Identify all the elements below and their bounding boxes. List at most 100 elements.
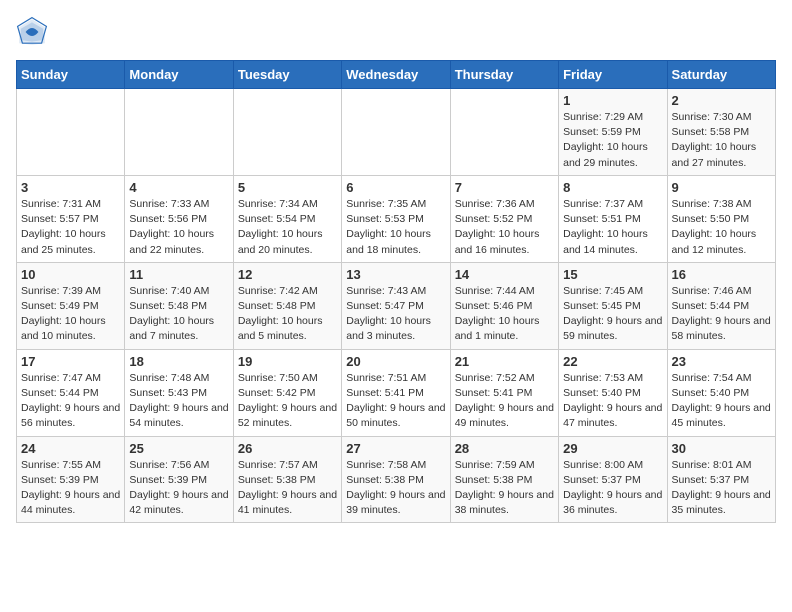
logo <box>16 16 52 48</box>
calendar-cell: 27 Sunrise: 7:58 AMSunset: 5:38 PMDayligh… <box>342 436 450 523</box>
calendar-cell: 7Sunrise: 7:36 AMSunset: 5:52 PMDaylight… <box>450 175 558 262</box>
calendar-week-5: 24 Sunrise: 7:55 AMSunset: 5:39 PMDayligh… <box>17 436 776 523</box>
day-info: Sunrise: 7:35 AMSunset: 5:53 PMDaylight:… <box>346 197 445 258</box>
weekday-header-sunday: Sunday <box>17 61 125 89</box>
calendar-cell: 21Sunrise: 7:52 AMSunset: 5:41 PMDayligh… <box>450 349 558 436</box>
weekday-header-tuesday: Tuesday <box>233 61 341 89</box>
day-info: Sunrise: 7:58 AMSunset: 5:38 PMDaylight:… <box>346 458 445 519</box>
weekday-header-wednesday: Wednesday <box>342 61 450 89</box>
calendar-cell: 2 Sunrise: 7:30 AMSunset: 5:58 PMDaylight… <box>667 89 775 176</box>
calendar-cell <box>342 89 450 176</box>
day-info: Sunrise: 8:01 AMSunset: 5:37 PMDaylight:… <box>672 458 771 519</box>
day-info: Sunrise: 7:34 AMSunset: 5:54 PMDaylight:… <box>238 197 337 258</box>
calendar-header: SundayMondayTuesdayWednesdayThursdayFrid… <box>17 61 776 89</box>
calendar-cell: 4Sunrise: 7:33 AMSunset: 5:56 PMDaylight… <box>125 175 233 262</box>
calendar-cell: 29 Sunrise: 8:00 AMSunset: 5:37 PMDayligh… <box>559 436 667 523</box>
day-info: Sunrise: 7:43 AMSunset: 5:47 PMDaylight:… <box>346 284 445 345</box>
day-number: 28 <box>455 441 554 456</box>
calendar-cell <box>450 89 558 176</box>
day-info: Sunrise: 7:59 AMSunset: 5:38 PMDaylight:… <box>455 458 554 519</box>
calendar-cell: 20 Sunrise: 7:51 AMSunset: 5:41 PMDayligh… <box>342 349 450 436</box>
day-number: 19 <box>238 354 337 369</box>
day-info: Sunrise: 7:42 AMSunset: 5:48 PMDaylight:… <box>238 284 337 345</box>
calendar-cell: 15 Sunrise: 7:45 AMSunset: 5:45 PMDayligh… <box>559 262 667 349</box>
calendar-body: 1 Sunrise: 7:29 AMSunset: 5:59 PMDaylight… <box>17 89 776 523</box>
day-number: 8 <box>563 180 662 195</box>
day-info: Sunrise: 7:45 AMSunset: 5:45 PMDaylight:… <box>563 284 662 345</box>
day-number: 15 <box>563 267 662 282</box>
logo-icon <box>16 16 48 48</box>
weekday-header-thursday: Thursday <box>450 61 558 89</box>
day-number: 23 <box>672 354 771 369</box>
day-number: 5 <box>238 180 337 195</box>
calendar-cell: 1 Sunrise: 7:29 AMSunset: 5:59 PMDaylight… <box>559 89 667 176</box>
day-info: Sunrise: 7:33 AMSunset: 5:56 PMDaylight:… <box>129 197 228 258</box>
day-number: 3 <box>21 180 120 195</box>
day-number: 11 <box>129 267 228 282</box>
day-number: 20 <box>346 354 445 369</box>
calendar-cell: 28 Sunrise: 7:59 AMSunset: 5:38 PMDayligh… <box>450 436 558 523</box>
calendar-cell <box>233 89 341 176</box>
weekday-header-friday: Friday <box>559 61 667 89</box>
day-info: Sunrise: 7:36 AMSunset: 5:52 PMDaylight:… <box>455 197 554 258</box>
day-number: 18 <box>129 354 228 369</box>
calendar-cell: 6 Sunrise: 7:35 AMSunset: 5:53 PMDaylight… <box>342 175 450 262</box>
day-number: 12 <box>238 267 337 282</box>
page-header <box>16 16 776 48</box>
calendar-cell: 16 Sunrise: 7:46 AMSunset: 5:44 PMDayligh… <box>667 262 775 349</box>
calendar-cell: 14 Sunrise: 7:44 AMSunset: 5:46 PMDayligh… <box>450 262 558 349</box>
calendar-cell: 11 Sunrise: 7:40 AMSunset: 5:48 PMDayligh… <box>125 262 233 349</box>
day-info: Sunrise: 7:39 AMSunset: 5:49 PMDaylight:… <box>21 284 120 345</box>
day-info: Sunrise: 7:55 AMSunset: 5:39 PMDaylight:… <box>21 458 120 519</box>
calendar-table: SundayMondayTuesdayWednesdayThursdayFrid… <box>16 60 776 523</box>
day-info: Sunrise: 7:30 AMSunset: 5:58 PMDaylight:… <box>672 110 771 171</box>
calendar-cell: 8 Sunrise: 7:37 AMSunset: 5:51 PMDaylight… <box>559 175 667 262</box>
day-number: 25 <box>129 441 228 456</box>
calendar-cell <box>125 89 233 176</box>
day-number: 2 <box>672 93 771 108</box>
weekday-header-saturday: Saturday <box>667 61 775 89</box>
day-info: Sunrise: 7:53 AMSunset: 5:40 PMDaylight:… <box>563 371 662 432</box>
day-info: Sunrise: 8:00 AMSunset: 5:37 PMDaylight:… <box>563 458 662 519</box>
calendar-cell: 13 Sunrise: 7:43 AMSunset: 5:47 PMDayligh… <box>342 262 450 349</box>
calendar-cell: 18Sunrise: 7:48 AMSunset: 5:43 PMDayligh… <box>125 349 233 436</box>
day-number: 27 <box>346 441 445 456</box>
calendar-cell: 17Sunrise: 7:47 AMSunset: 5:44 PMDayligh… <box>17 349 125 436</box>
day-number: 16 <box>672 267 771 282</box>
day-info: Sunrise: 7:38 AMSunset: 5:50 PMDaylight:… <box>672 197 771 258</box>
day-info: Sunrise: 7:46 AMSunset: 5:44 PMDaylight:… <box>672 284 771 345</box>
day-info: Sunrise: 7:40 AMSunset: 5:48 PMDaylight:… <box>129 284 228 345</box>
day-number: 24 <box>21 441 120 456</box>
calendar-week-3: 10 Sunrise: 7:39 AMSunset: 5:49 PMDayligh… <box>17 262 776 349</box>
day-info: Sunrise: 7:57 AMSunset: 5:38 PMDaylight:… <box>238 458 337 519</box>
day-number: 22 <box>563 354 662 369</box>
day-number: 21 <box>455 354 554 369</box>
weekday-header-row: SundayMondayTuesdayWednesdayThursdayFrid… <box>17 61 776 89</box>
calendar-cell: 12 Sunrise: 7:42 AMSunset: 5:48 PMDayligh… <box>233 262 341 349</box>
calendar-cell: 19Sunrise: 7:50 AMSunset: 5:42 PMDayligh… <box>233 349 341 436</box>
day-info: Sunrise: 7:44 AMSunset: 5:46 PMDaylight:… <box>455 284 554 345</box>
day-info: Sunrise: 7:29 AMSunset: 5:59 PMDaylight:… <box>563 110 662 171</box>
day-number: 29 <box>563 441 662 456</box>
calendar-cell: 22 Sunrise: 7:53 AMSunset: 5:40 PMDayligh… <box>559 349 667 436</box>
day-info: Sunrise: 7:54 AMSunset: 5:40 PMDaylight:… <box>672 371 771 432</box>
day-info: Sunrise: 7:31 AMSunset: 5:57 PMDaylight:… <box>21 197 120 258</box>
day-number: 6 <box>346 180 445 195</box>
day-number: 1 <box>563 93 662 108</box>
calendar-week-2: 3 Sunrise: 7:31 AMSunset: 5:57 PMDaylight… <box>17 175 776 262</box>
day-number: 9 <box>672 180 771 195</box>
day-info: Sunrise: 7:37 AMSunset: 5:51 PMDaylight:… <box>563 197 662 258</box>
calendar-week-4: 17Sunrise: 7:47 AMSunset: 5:44 PMDayligh… <box>17 349 776 436</box>
day-number: 10 <box>21 267 120 282</box>
calendar-cell: 23 Sunrise: 7:54 AMSunset: 5:40 PMDayligh… <box>667 349 775 436</box>
day-number: 30 <box>672 441 771 456</box>
day-info: Sunrise: 7:51 AMSunset: 5:41 PMDaylight:… <box>346 371 445 432</box>
calendar-cell: 3 Sunrise: 7:31 AMSunset: 5:57 PMDaylight… <box>17 175 125 262</box>
calendar-week-1: 1 Sunrise: 7:29 AMSunset: 5:59 PMDaylight… <box>17 89 776 176</box>
day-number: 14 <box>455 267 554 282</box>
calendar-cell: 10 Sunrise: 7:39 AMSunset: 5:49 PMDayligh… <box>17 262 125 349</box>
calendar-cell: 26 Sunrise: 7:57 AMSunset: 5:38 PMDayligh… <box>233 436 341 523</box>
day-number: 13 <box>346 267 445 282</box>
calendar-cell <box>17 89 125 176</box>
day-number: 26 <box>238 441 337 456</box>
